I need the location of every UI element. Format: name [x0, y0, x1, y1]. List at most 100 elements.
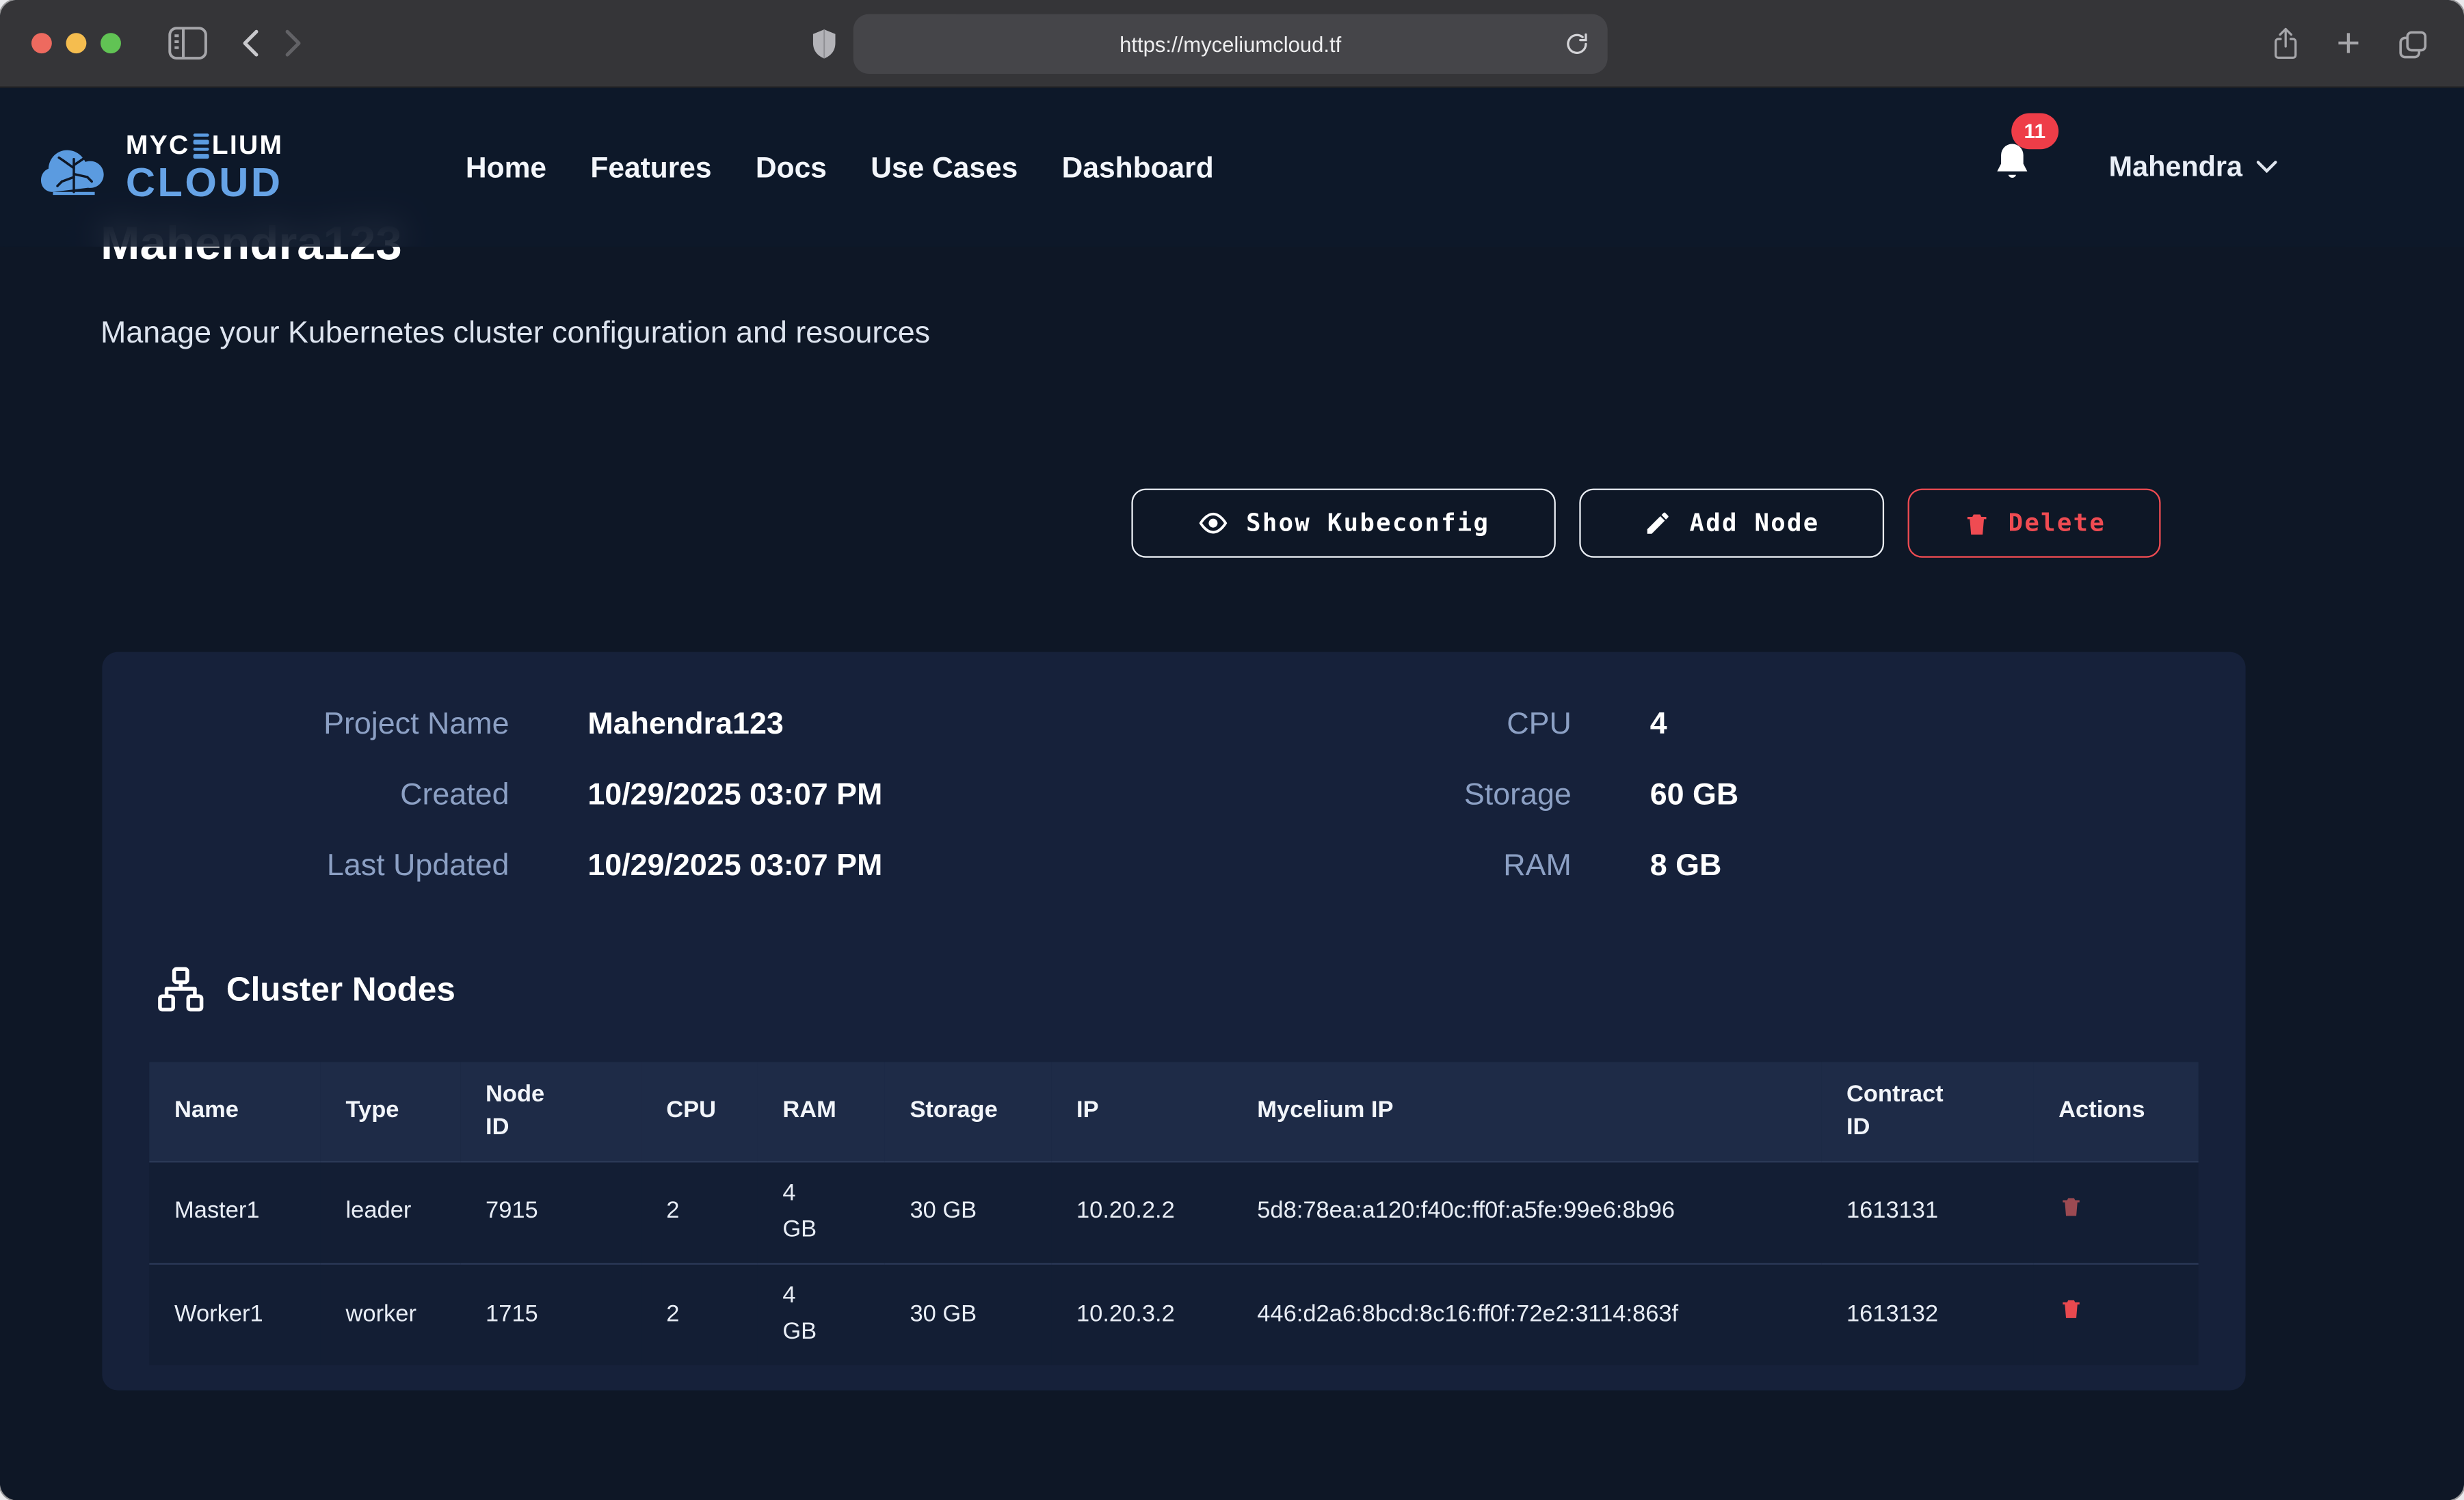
cluster-nodes-heading: Cluster Nodes: [157, 966, 455, 1013]
project-info-right: CPU 4 Storage 60 GB RAM 8 GB: [1383, 690, 1738, 902]
tab-overview-button[interactable]: [2396, 27, 2429, 60]
col-actions: Actions: [2033, 1062, 2198, 1161]
sidebar-toggle-button[interactable]: [168, 27, 207, 59]
cell-mycelium-ip: 446:d2a6:8bcd:8c16:ff0f:72e2:3114:863f: [1232, 1263, 1821, 1365]
nav-link-docs[interactable]: Docs: [756, 150, 827, 185]
col-name: Name: [149, 1062, 320, 1161]
user-name: Mahendra: [2109, 151, 2242, 184]
cell-storage: 30 GB: [885, 1263, 1052, 1365]
created-label: Created: [195, 777, 509, 814]
close-window-button[interactable]: [31, 33, 52, 53]
notifications-button[interactable]: 11: [1991, 140, 2033, 195]
pencil-icon: [1644, 509, 1672, 537]
cpu-label: CPU: [1383, 707, 1572, 743]
cell-ip: 10.20.3.2: [1051, 1263, 1232, 1365]
col-cpu: CPU: [641, 1062, 758, 1161]
site-navbar: MYCLIUM CLOUD Home Features Docs Use Cas…: [0, 88, 2464, 247]
ram-label: RAM: [1383, 848, 1572, 885]
cell-type: worker: [321, 1263, 461, 1365]
cell-mycelium-ip: 5d8:78ea:a120:f40c:ff0f:a5fe:99e6:8b96: [1232, 1161, 1821, 1263]
project-info-card: Project Name Mahendra123 Created 10/29/2…: [102, 652, 2245, 1391]
reload-button[interactable]: [1563, 28, 1590, 59]
table-header-row: Name Type Node ID CPU RAM Storage IP Myc…: [149, 1062, 2198, 1161]
col-mycelium-ip: Mycelium IP: [1232, 1062, 1821, 1161]
cell-cpu: 2: [641, 1263, 758, 1365]
project-name-value: Mahendra123: [587, 707, 783, 743]
chevron-down-icon: [2257, 160, 2277, 174]
browser-toolbar: https://myceliumcloud.tf +: [0, 0, 2464, 88]
cell-name: Master1: [149, 1161, 320, 1263]
cell-ram: 4 GB: [758, 1161, 885, 1263]
show-kubeconfig-label: Show Kubeconfig: [1246, 509, 1489, 537]
back-button[interactable]: [242, 28, 259, 58]
cell-node-id: 7915: [460, 1161, 641, 1263]
delete-node-button[interactable]: [2058, 1294, 2084, 1327]
brand-line1: MYCLIUM: [126, 132, 284, 159]
col-contract-id: Contract ID: [1821, 1062, 2033, 1161]
nav-link-use-cases[interactable]: Use Cases: [871, 150, 1018, 185]
stylized-e-icon: [193, 133, 209, 158]
storage-label: Storage: [1383, 777, 1572, 814]
col-ram: RAM: [758, 1062, 885, 1161]
eye-icon: [1197, 507, 1229, 539]
chevron-left-icon: [242, 28, 259, 58]
privacy-shield-icon[interactable]: [811, 27, 838, 69]
window-controls: [31, 33, 121, 53]
notification-count-badge: 11: [2011, 113, 2058, 149]
cluster-nodes-table: Name Type Node ID CPU RAM Storage IP Myc…: [149, 1062, 2198, 1365]
mycelium-cloud-logo-icon: [38, 137, 110, 197]
address-bar[interactable]: https://myceliumcloud.tf: [853, 14, 1608, 74]
cell-name: Worker1: [149, 1263, 320, 1365]
project-info-left: Project Name Mahendra123 Created 10/29/2…: [195, 690, 882, 902]
add-node-label: Add Node: [1690, 509, 1820, 537]
ram-value: 8 GB: [1650, 848, 1722, 885]
tabs-icon: [2396, 27, 2429, 60]
minimize-window-button[interactable]: [66, 33, 87, 53]
brand-logo[interactable]: MYCLIUM CLOUD: [38, 132, 283, 202]
show-kubeconfig-button[interactable]: Show Kubeconfig: [1131, 489, 1555, 558]
table-row: Master1 leader 7915 2 4 GB 30 GB 10.20.2…: [149, 1161, 2198, 1263]
created-value: 10/29/2025 03:07 PM: [587, 777, 882, 814]
share-button[interactable]: [2270, 25, 2301, 63]
table-row: Worker1 worker 1715 2 4 GB 30 GB 10.20.3…: [149, 1263, 2198, 1365]
cluster-nodes-title: Cluster Nodes: [226, 970, 455, 1009]
zoom-window-button[interactable]: [101, 33, 121, 53]
user-menu-button[interactable]: Mahendra: [2099, 149, 2287, 185]
cell-cpu: 2: [641, 1161, 758, 1263]
col-type: Type: [321, 1062, 461, 1161]
trash-icon: [2058, 1192, 2084, 1220]
delete-cluster-button[interactable]: Delete: [1908, 489, 2161, 558]
col-ip: IP: [1051, 1062, 1232, 1161]
url-text: https://myceliumcloud.tf: [1120, 32, 1341, 55]
col-storage: Storage: [885, 1062, 1052, 1161]
cpu-value: 4: [1650, 707, 1667, 743]
cell-actions: [2033, 1161, 2198, 1263]
cluster-actions: Show Kubeconfig Add Node Delete: [1131, 489, 2160, 558]
cell-actions: [2033, 1263, 2198, 1365]
new-tab-button[interactable]: +: [2336, 26, 2360, 62]
last-updated-label: Last Updated: [195, 848, 509, 885]
nav-link-features[interactable]: Features: [590, 150, 711, 185]
project-name-label: Project Name: [195, 707, 509, 743]
trash-icon: [1963, 508, 1991, 538]
nav-link-home[interactable]: Home: [466, 150, 546, 185]
last-updated-value: 10/29/2025 03:07 PM: [587, 848, 882, 885]
trash-icon: [2058, 1294, 2084, 1322]
cell-ram: 4 GB: [758, 1263, 885, 1365]
cell-type: leader: [321, 1161, 461, 1263]
nav-link-dashboard[interactable]: Dashboard: [1062, 150, 1214, 185]
share-icon: [2270, 25, 2301, 63]
delete-node-button[interactable]: [2058, 1192, 2084, 1224]
cell-contract-id: 1613131: [1821, 1161, 2033, 1263]
add-node-button[interactable]: Add Node: [1579, 489, 1884, 558]
page-body: Mahendra123 Manage your Kubernetes clust…: [0, 88, 2464, 1500]
forward-button[interactable]: [284, 28, 302, 58]
sidebar-icon: [168, 27, 207, 59]
col-node-id: Node ID: [460, 1062, 641, 1161]
chevron-right-icon: [284, 28, 302, 58]
page-subtitle: Manage your Kubernetes cluster configura…: [101, 316, 930, 352]
cell-storage: 30 GB: [885, 1161, 1052, 1263]
delete-label: Delete: [2009, 509, 2106, 537]
cell-contract-id: 1613132: [1821, 1263, 2033, 1365]
plus-icon: +: [2336, 21, 2360, 62]
